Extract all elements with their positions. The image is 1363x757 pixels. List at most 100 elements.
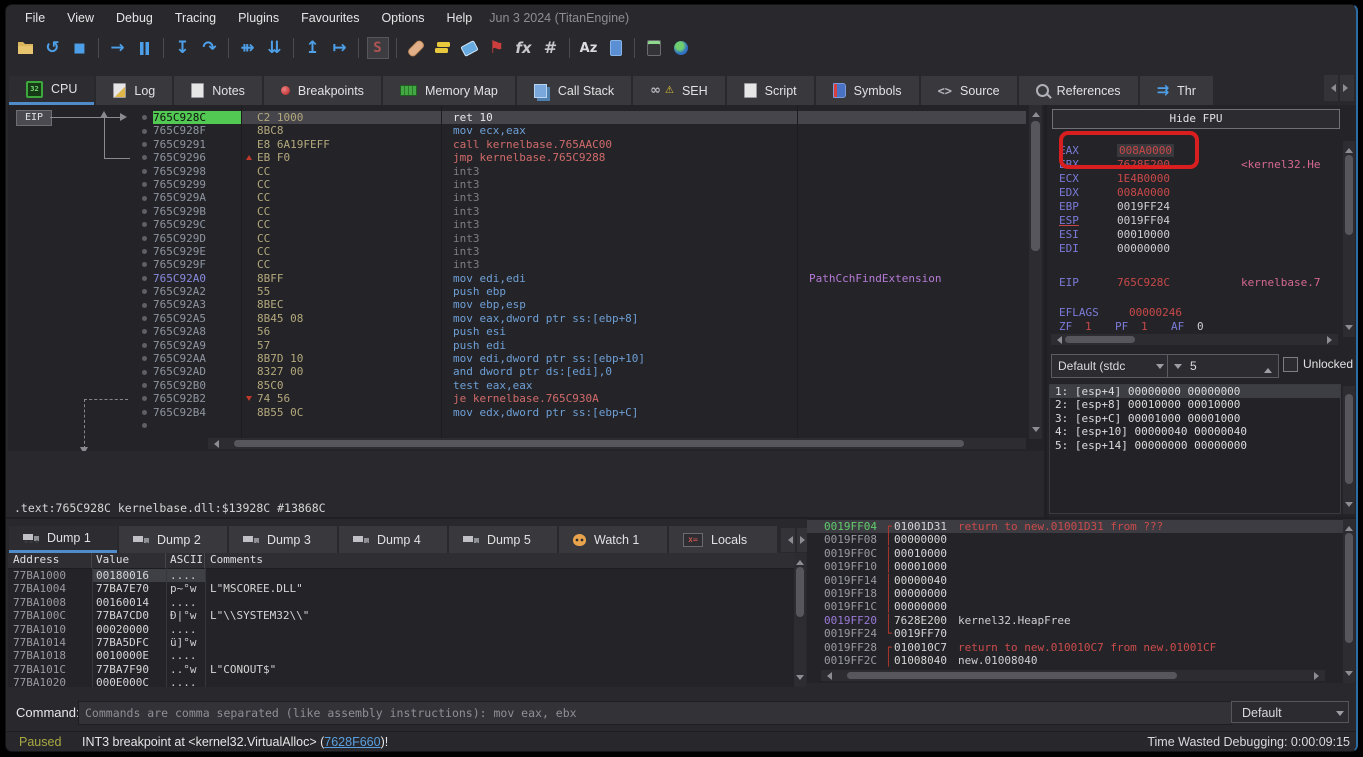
- menu-options[interactable]: Options: [370, 8, 435, 28]
- tab-dump-1[interactable]: Dump 1: [9, 526, 117, 553]
- register-row[interactable]: ESI00010000: [1059, 228, 1342, 242]
- disasm-row[interactable]: 765C9291E8 6A19FEFFcall kernelbase.765AA…: [136, 138, 1026, 151]
- registers-horizontal-scrollbar[interactable]: [1051, 334, 1338, 345]
- tab-watch-1[interactable]: Watch 1: [559, 526, 667, 553]
- calculator-icon[interactable]: [640, 35, 667, 61]
- scroll-down-icon[interactable]: [1345, 502, 1353, 511]
- breakpoint-dot-icon[interactable]: [136, 316, 153, 321]
- register-row[interactable]: EDI00000000: [1059, 242, 1342, 256]
- tab-call-stack[interactable]: Call Stack: [517, 76, 631, 105]
- breakpoint-dot-icon[interactable]: [136, 343, 153, 348]
- disasm-row[interactable]: 765C92AA8B7D 10mov edi,dword ptr ss:[ebp…: [136, 352, 1026, 365]
- scroll-up-icon[interactable]: [1345, 144, 1353, 153]
- stack-row[interactable]: 0019FF18│00000000: [807, 587, 1343, 600]
- profile-select[interactable]: Default: [1231, 701, 1349, 723]
- menu-debug[interactable]: Debug: [105, 8, 164, 28]
- tab-notes[interactable]: Notes: [174, 76, 262, 105]
- tab-script[interactable]: Script: [727, 76, 814, 105]
- stack-row[interactable]: 0019FF04┌01001D31return to new.01001D31 …: [807, 520, 1343, 533]
- disasm-row[interactable]: 765C92A58B45 08mov eax,dword ptr ss:[ebp…: [136, 312, 1026, 325]
- skip-exceptions-icon[interactable]: S: [364, 35, 391, 61]
- menu-help[interactable]: Help: [436, 8, 484, 28]
- registers-vertical-scrollbar[interactable]: [1343, 141, 1355, 337]
- argument-row[interactable]: 4: [esp+10] 00000040 00000040: [1050, 425, 1340, 438]
- breakpoint-dot-icon[interactable]: [136, 236, 153, 241]
- breakpoint-dot-icon[interactable]: [136, 142, 153, 147]
- register-row[interactable]: EBP0019FF24: [1059, 200, 1342, 214]
- scrollbar-thumb[interactable]: [1345, 155, 1353, 235]
- scroll-right-icon[interactable]: [1327, 336, 1336, 344]
- tab-breakpoints[interactable]: Breakpoints: [264, 76, 381, 105]
- label-icon[interactable]: [456, 35, 483, 61]
- argument-row[interactable]: 5: [esp+14] 00000000 00000000: [1050, 439, 1340, 452]
- register-row[interactable]: ESP0019FF04: [1059, 214, 1342, 228]
- disasm-row[interactable]: 765C92A957push edi: [136, 339, 1026, 352]
- tab-locals[interactable]: x=Locals: [669, 526, 777, 553]
- modify-memory-icon[interactable]: [602, 35, 629, 61]
- scroll-left-icon[interactable]: [210, 440, 219, 448]
- function-icon[interactable]: fx: [510, 35, 537, 61]
- stack-row[interactable]: 0019FF1C│00000000: [807, 600, 1343, 613]
- dump-vertical-scrollbar[interactable]: [794, 553, 806, 687]
- menu-view[interactable]: View: [56, 8, 105, 28]
- ordinals-icon[interactable]: #: [537, 35, 564, 61]
- restart-icon[interactable]: ↺: [39, 35, 66, 61]
- tab-scroll-left-icon[interactable]: [1324, 75, 1338, 101]
- tab-references[interactable]: References: [1019, 76, 1138, 105]
- tab-dump-4[interactable]: Dump 4: [339, 526, 447, 553]
- register-row[interactable]: EDX008A0000: [1059, 186, 1342, 200]
- stack-row[interactable]: 0019FF20│7628E200kernel32.HeapFree: [807, 614, 1343, 627]
- execute-till-return-icon[interactable]: ↥: [299, 35, 326, 61]
- stepper-down-icon[interactable]: [1174, 364, 1182, 373]
- breakpoint-dot-icon[interactable]: [136, 276, 153, 281]
- scrollbar-thumb[interactable]: [1031, 121, 1040, 251]
- unlocked-checkbox[interactable]: [1283, 357, 1298, 372]
- stack-row[interactable]: 0019FF0C│00010000: [807, 547, 1343, 560]
- disasm-row[interactable]: 765C9299CCint3: [136, 178, 1026, 191]
- disasm-row[interactable]: 765C92A255push ebp: [136, 285, 1026, 298]
- pause-icon[interactable]: [131, 35, 158, 61]
- stack-row[interactable]: 0019FF14│00000040: [807, 574, 1343, 587]
- breakpoint-dot-icon[interactable]: [136, 155, 153, 160]
- scrollbar-thumb[interactable]: [1345, 394, 1353, 484]
- disasm-row[interactable]: 765C929FCCint3: [136, 258, 1026, 271]
- breakpoint-dot-icon[interactable]: [136, 356, 153, 361]
- breakpoint-address-link[interactable]: 7628F660: [324, 735, 380, 749]
- hide-fpu-button[interactable]: Hide FPU: [1052, 109, 1340, 129]
- scroll-down-icon[interactable]: [1345, 671, 1353, 680]
- disasm-horizontal-scrollbar[interactable]: [208, 438, 1026, 449]
- disasm-row[interactable]: 765C929ECCint3: [136, 245, 1026, 258]
- stack-row[interactable]: 0019FF2C│01008040new.01008040: [807, 654, 1343, 667]
- disasm-vertical-scrollbar[interactable]: [1029, 105, 1042, 439]
- breakpoint-dot-icon[interactable]: [136, 169, 153, 174]
- breakpoint-dot-icon[interactable]: [136, 370, 153, 375]
- breakpoint-dot-icon[interactable]: [136, 115, 153, 120]
- disasm-row[interactable]: 765C929BCCint3: [136, 205, 1026, 218]
- breakpoint-dot-icon[interactable]: [136, 262, 153, 267]
- register-row[interactable]: ECX1E4B0000: [1059, 172, 1342, 186]
- dump-tab-scroll-left-icon[interactable]: [781, 528, 795, 552]
- tab-dump-2[interactable]: Dump 2: [119, 526, 227, 553]
- dump-row[interactable]: 77BA10180010000E....: [8, 649, 794, 662]
- stack-row[interactable]: 0019FF28┌010010C7return to new.010010C7 …: [807, 641, 1343, 654]
- stepper-up-icon[interactable]: [1264, 364, 1272, 373]
- dump-row[interactable]: 77BA101000020000....: [8, 623, 794, 636]
- disasm-row[interactable]: 765C928CC2 1000ret 10: [136, 111, 1026, 124]
- scrollbar-thumb[interactable]: [1345, 533, 1353, 643]
- argument-depth-stepper[interactable]: 5: [1167, 354, 1279, 378]
- breakpoint-dot-icon[interactable]: [136, 329, 153, 334]
- breakpoint-dot-icon[interactable]: [136, 222, 153, 227]
- breakpoint-dot-icon[interactable]: [136, 423, 153, 428]
- stack-horizontal-scrollbar[interactable]: [821, 670, 1325, 681]
- argument-row[interactable]: 1: [esp+4] 00000000 00000000: [1050, 385, 1340, 398]
- disasm-row[interactable]: 765C92AD8327 00and dword ptr ds:[edi],0: [136, 365, 1026, 378]
- breakpoint-dot-icon[interactable]: [136, 196, 153, 201]
- argument-row[interactable]: 2: [esp+8] 00010000 00010000: [1050, 398, 1340, 411]
- breakpoint-dot-icon[interactable]: [136, 182, 153, 187]
- step-over-icon[interactable]: ↷: [196, 35, 223, 61]
- disasm-row[interactable]: 765C92A856push esi: [136, 325, 1026, 338]
- menu-favourites[interactable]: Favourites: [290, 8, 370, 28]
- open-file-icon[interactable]: [12, 35, 39, 61]
- scroll-down-icon[interactable]: [1032, 427, 1040, 436]
- scroll-down-icon[interactable]: [1345, 325, 1353, 334]
